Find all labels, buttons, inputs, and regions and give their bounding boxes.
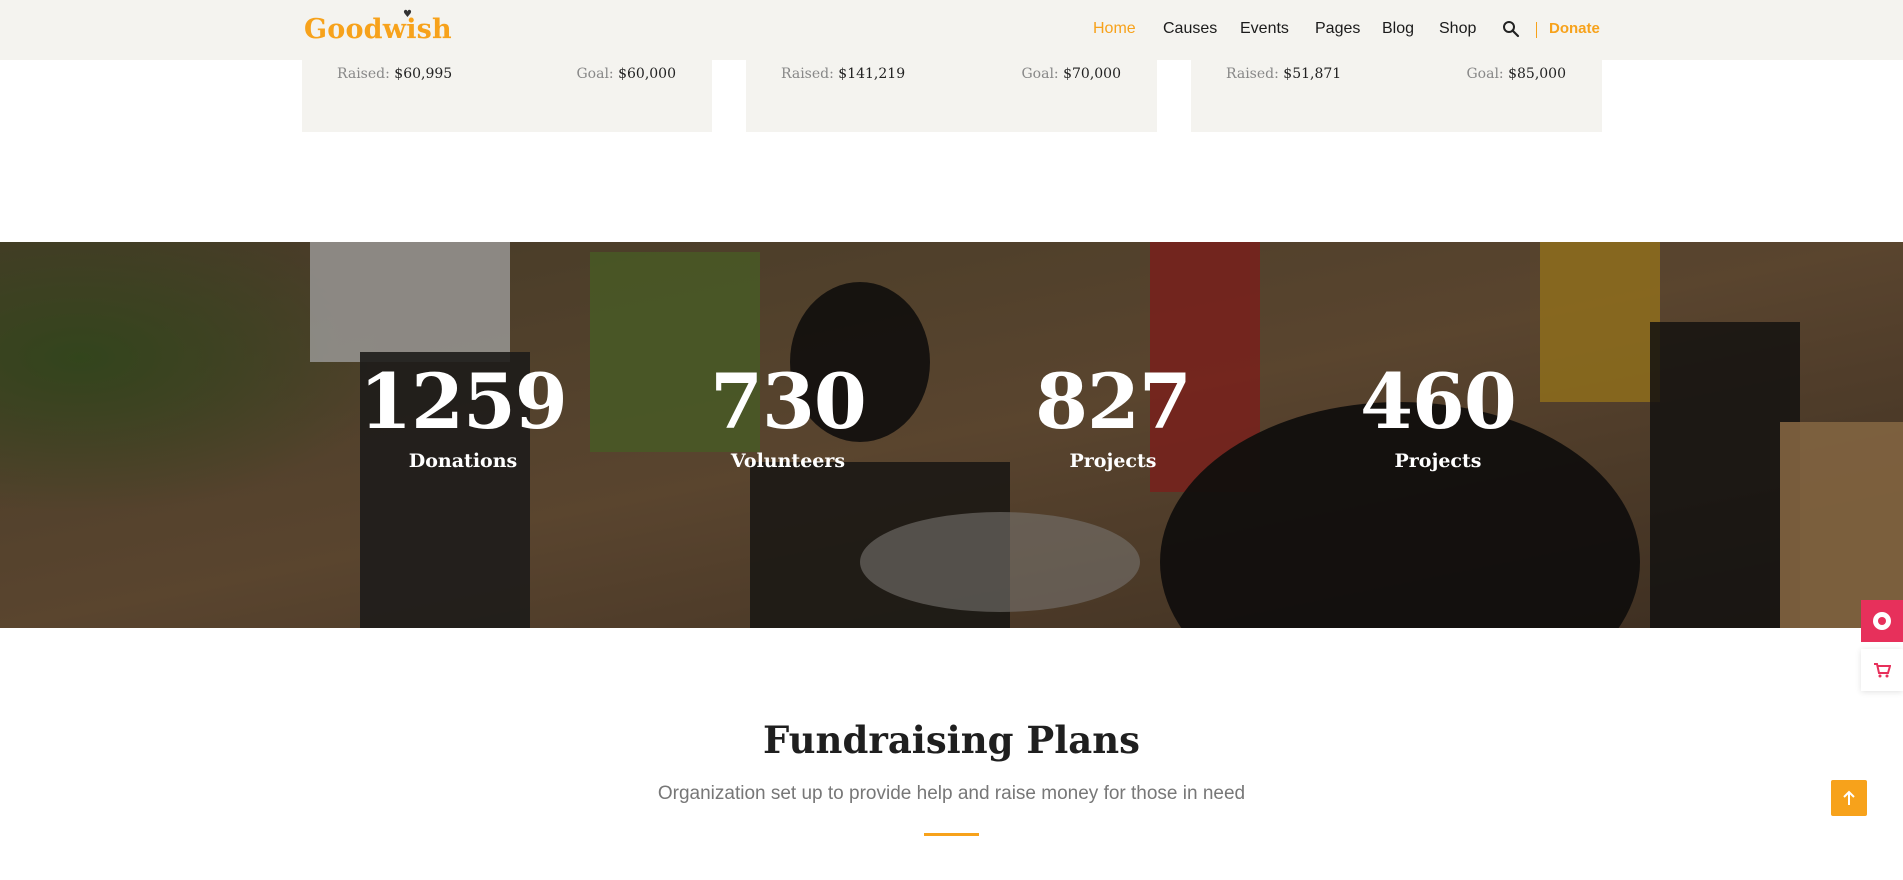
dark-overlay xyxy=(0,242,1903,628)
goal-amount: Goal: $60,000 xyxy=(576,66,676,82)
scroll-to-top-button[interactable] xyxy=(1831,780,1867,816)
counter-value: 460 xyxy=(1360,357,1517,446)
counter-value: 1259 xyxy=(359,357,568,446)
counter-value: 827 xyxy=(1035,357,1192,446)
counter-label: Projects xyxy=(1394,450,1482,472)
lifebuoy-icon xyxy=(1873,612,1891,630)
raised-amount: Raised: $51,871 xyxy=(1226,66,1342,82)
arrow-up-icon xyxy=(1843,790,1855,805)
nav-divider xyxy=(1536,22,1537,38)
goal-amount: Goal: $85,000 xyxy=(1466,66,1566,82)
counter-label: Donations xyxy=(408,450,518,472)
cart-icon xyxy=(1874,663,1891,678)
counter-projects-2: 460 Projects xyxy=(1298,357,1578,473)
raised-amount: Raised: $60,995 xyxy=(337,66,453,82)
heart-icon: ♥ xyxy=(403,9,413,20)
counter-label: Volunteers xyxy=(730,450,846,472)
counter-label: Projects xyxy=(1069,450,1157,472)
counter-value: 730 xyxy=(710,357,867,446)
search-icon[interactable] xyxy=(1502,20,1520,38)
main-nav: Home Causes Events Pages Blog Shop xyxy=(0,20,1903,42)
nav-home[interactable]: Home xyxy=(1093,20,1136,38)
goal-amount: Goal: $70,000 xyxy=(1021,66,1121,82)
nav-shop[interactable]: Shop xyxy=(1439,20,1476,38)
support-widget[interactable] xyxy=(1861,600,1903,642)
stats-section: 1259 Donations 730 Volunteers 827 Projec… xyxy=(0,242,1903,628)
site-header: Goodwish ♥ Home Causes Events Pages Blog… xyxy=(0,0,1903,60)
cart-widget[interactable] xyxy=(1861,649,1903,691)
counter-volunteers: 730 Volunteers xyxy=(648,357,928,473)
nav-blog[interactable]: Blog xyxy=(1382,20,1414,38)
counter-donations: 1259 Donations xyxy=(323,357,603,473)
counter-projects: 827 Projects xyxy=(973,357,1253,473)
section-title: Fundraising Plans xyxy=(763,718,1140,762)
donate-link[interactable]: Donate xyxy=(1549,20,1600,37)
section-subtitle: Organization set up to provide help and … xyxy=(657,783,1246,804)
nav-events[interactable]: Events xyxy=(1240,20,1289,38)
nav-causes[interactable]: Causes xyxy=(1163,20,1217,38)
title-underline xyxy=(924,833,979,836)
raised-amount: Raised: $141,219 xyxy=(781,66,906,82)
nav-pages[interactable]: Pages xyxy=(1315,20,1360,38)
